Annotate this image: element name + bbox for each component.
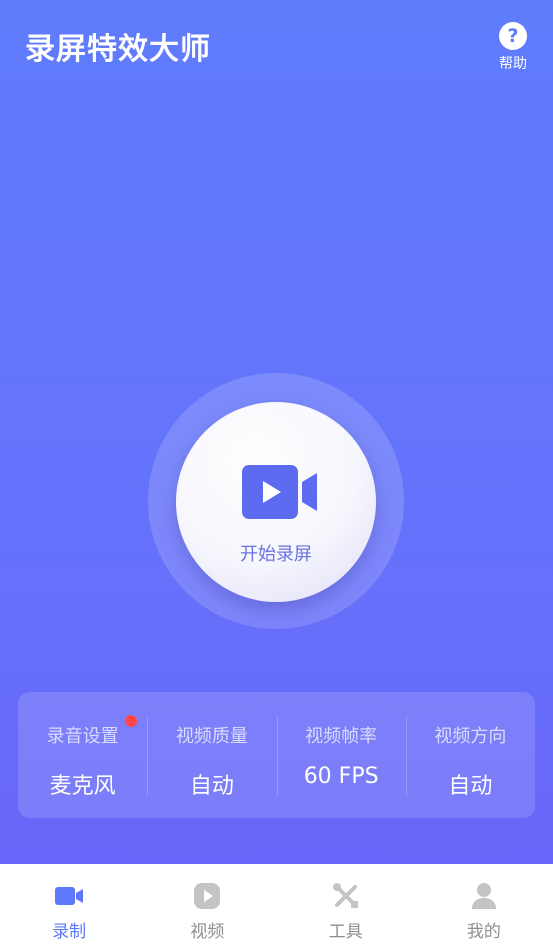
setting-value: 麦克风 bbox=[49, 774, 116, 799]
tab-me[interactable]: 我的 bbox=[415, 864, 553, 950]
start-recording-label: 开始录屏 bbox=[240, 544, 312, 565]
setting-title: 录音设置 bbox=[46, 726, 119, 747]
tab-tools[interactable]: 工具 bbox=[277, 864, 415, 950]
help-button[interactable]: ? 帮助 bbox=[496, 22, 530, 73]
setting-title: 视频帧率 bbox=[305, 726, 378, 747]
notification-dot bbox=[125, 715, 137, 727]
tab-label: 我的 bbox=[466, 922, 501, 942]
setting-title: 视频方向 bbox=[434, 726, 507, 747]
tools-icon bbox=[332, 883, 358, 908]
user-icon bbox=[471, 883, 496, 909]
tab-record[interactable]: 录制 bbox=[0, 864, 138, 950]
orientation-setting[interactable]: 视频方向 自动 bbox=[405, 692, 535, 818]
start-recording-button[interactable]: 开始录屏 bbox=[176, 402, 376, 602]
setting-value: 自动 bbox=[448, 774, 493, 799]
question-icon: ? bbox=[499, 22, 527, 50]
setting-value: 60 FPS bbox=[303, 764, 379, 789]
video-camera-icon bbox=[55, 887, 84, 905]
bottom-tab-bar: 录制 视频 工具 我的 bbox=[0, 864, 553, 950]
video-camera-icon bbox=[242, 465, 317, 519]
tab-label: 工具 bbox=[328, 922, 363, 942]
tab-label: 视频 bbox=[190, 922, 225, 942]
settings-panel: 录音设置 麦克风 视频质量 自动 视频帧率 60 FPS 视频方向 自动 bbox=[18, 692, 535, 818]
main-screen: 录屏特效大师 ? 帮助 开始录屏 录音设置 麦克风 视频质量 自动 视频帧率 6… bbox=[0, 0, 553, 864]
setting-title: 视频质量 bbox=[175, 726, 248, 747]
play-icon bbox=[194, 883, 221, 909]
setting-value: 自动 bbox=[189, 774, 234, 799]
frame-rate-setting[interactable]: 视频帧率 60 FPS bbox=[276, 692, 406, 818]
help-label: 帮助 bbox=[499, 56, 527, 72]
app-title: 录屏特效大师 bbox=[25, 32, 211, 67]
audio-setting[interactable]: 录音设置 麦克风 bbox=[18, 692, 147, 818]
tab-label: 录制 bbox=[52, 922, 87, 942]
video-quality-setting[interactable]: 视频质量 自动 bbox=[147, 692, 276, 818]
tab-videos[interactable]: 视频 bbox=[138, 864, 276, 950]
